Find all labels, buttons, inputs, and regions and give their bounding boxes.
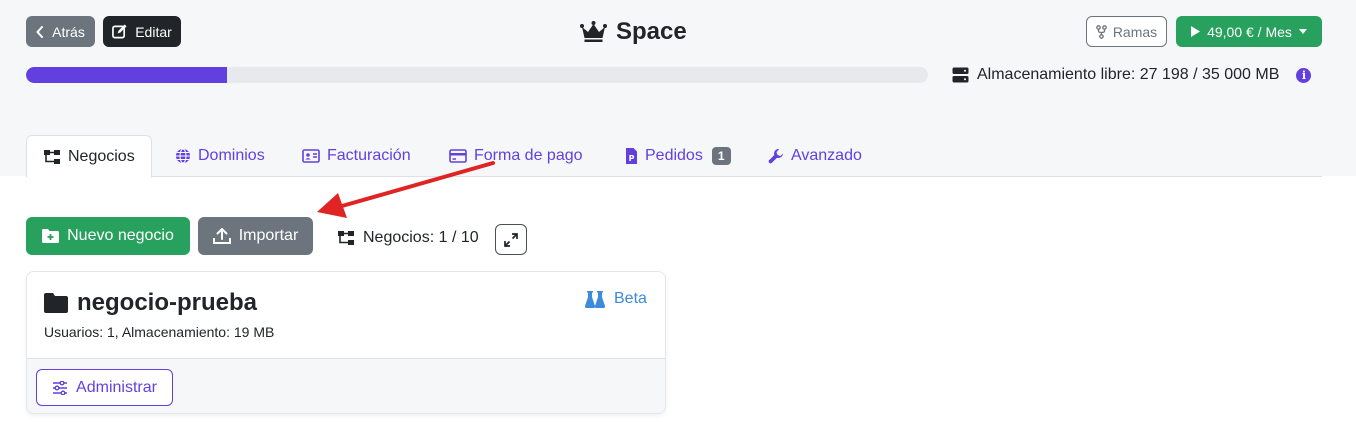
tab-negocios[interactable]: Negocios	[26, 135, 152, 178]
import-label: Importar	[238, 227, 299, 244]
business-name: negocio-prueba	[44, 289, 257, 317]
edit-label: Editar	[135, 23, 172, 40]
tab-label: Facturación	[327, 147, 411, 164]
folder-plus-icon	[42, 229, 60, 243]
page-title-text: Space	[616, 17, 687, 45]
subscription-label: 49,00 € / Mes	[1207, 23, 1292, 40]
credit-card-icon	[449, 149, 467, 163]
globe-icon	[176, 148, 190, 164]
expand-icon	[504, 232, 518, 247]
server-icon	[952, 67, 969, 83]
code-branch-icon	[1095, 24, 1107, 39]
tab-pedidos[interactable]: P Pedidos 1	[625, 135, 731, 177]
info-icon[interactable]: i	[1296, 67, 1312, 83]
branches-button[interactable]: Ramas	[1086, 16, 1167, 47]
back-label: Atrás	[52, 23, 85, 40]
id-card-icon	[302, 149, 320, 163]
file-invoice-icon: P	[626, 148, 637, 164]
branches-label: Ramas	[1112, 23, 1158, 40]
tab-dominios[interactable]: Dominios	[175, 135, 265, 177]
play-icon	[1191, 26, 1201, 37]
page-title: Space	[580, 16, 687, 47]
tab-label: Forma de pago	[474, 147, 583, 164]
tab-label: Dominios	[198, 147, 265, 164]
business-name-text: negocio-prueba	[77, 289, 258, 316]
beta-tag: Beta	[585, 290, 647, 308]
manage-button[interactable]: Administrar	[36, 369, 173, 406]
back-button[interactable]: Atrás	[26, 16, 95, 47]
upload-icon	[212, 228, 231, 244]
tab-label: Negocios	[68, 147, 135, 165]
storage-progress-bar	[26, 67, 928, 83]
folder-icon	[44, 293, 68, 313]
new-business-label: Nuevo negocio	[67, 227, 174, 244]
business-meta: Usuarios: 1, Almacenamiento: 19 MB	[44, 324, 275, 340]
tab-label: Pedidos	[645, 147, 703, 164]
card-footer: Administrar	[27, 358, 665, 413]
storage-text: Almacenamiento libre: 27 198 / 35 000 MB	[977, 66, 1280, 83]
beta-label: Beta	[614, 290, 647, 307]
chevron-left-icon	[36, 25, 44, 38]
flask-icon	[585, 290, 606, 308]
sitemap-icon	[338, 231, 354, 245]
subscription-button[interactable]: 49,00 € / Mes	[1176, 16, 1322, 47]
business-count: Negocios: 1 / 10	[337, 228, 479, 248]
tab-label: Avanzado	[791, 147, 862, 164]
orders-count-badge: 1	[711, 147, 731, 165]
new-business-button[interactable]: Nuevo negocio	[26, 217, 190, 255]
expand-button[interactable]	[495, 224, 527, 255]
edit-button[interactable]: Editar	[103, 16, 181, 47]
business-card: negocio-prueba Beta Usuarios: 1, Almacen…	[26, 271, 666, 414]
tab-bar: Negocios Dominios Facturación Forma de p…	[26, 135, 1322, 178]
wrench-icon	[768, 149, 783, 164]
svg-text:P: P	[629, 154, 635, 163]
caret-down-icon	[1298, 29, 1307, 34]
manage-label: Administrar	[76, 378, 157, 396]
crown-icon	[580, 20, 607, 42]
sliders-icon	[53, 380, 68, 395]
sitemap-icon	[44, 149, 60, 164]
storage-progress-fill	[26, 67, 228, 83]
tab-avanzado[interactable]: Avanzado	[768, 135, 862, 177]
storage-indicator: Almacenamiento libre: 27 198 / 35 000 MB…	[952, 66, 1312, 84]
tab-facturacion[interactable]: Facturación	[302, 135, 411, 177]
business-count-label: Negocios: 1 / 10	[363, 229, 479, 246]
import-button[interactable]: Importar	[198, 217, 313, 255]
edit-icon	[112, 24, 127, 39]
tab-forma-de-pago[interactable]: Forma de pago	[449, 135, 583, 177]
